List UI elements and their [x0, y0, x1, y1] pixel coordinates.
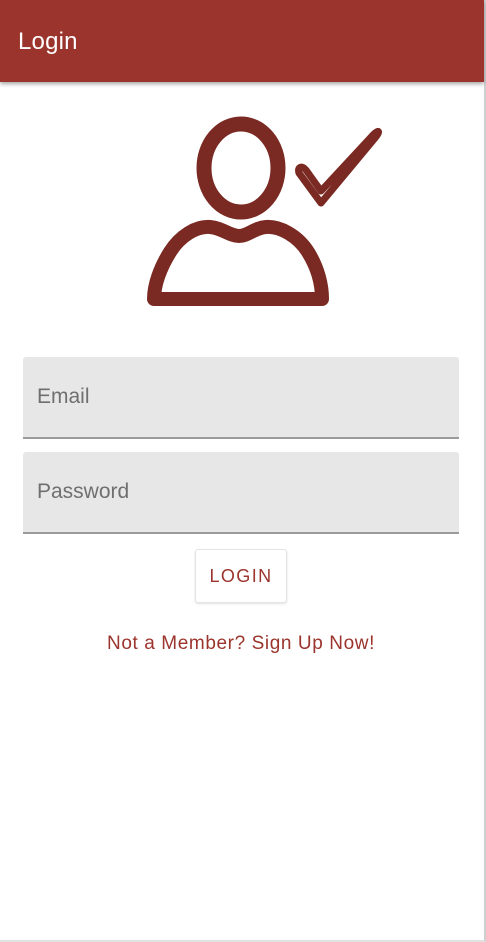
app-bar: Login [0, 0, 484, 82]
signup-link[interactable]: Not a Member? Sign Up Now! [0, 633, 482, 655]
login-screen: Login LOGIN Not a Member? Sign Up Now! [0, 0, 486, 942]
login-button[interactable]: LOGIN [195, 549, 287, 603]
password-input[interactable] [23, 452, 459, 532]
email-field[interactable] [23, 357, 459, 439]
user-check-icon [140, 90, 390, 315]
password-field[interactable] [23, 452, 459, 534]
email-input[interactable] [23, 357, 459, 437]
app-bar-title: Login [18, 28, 78, 55]
